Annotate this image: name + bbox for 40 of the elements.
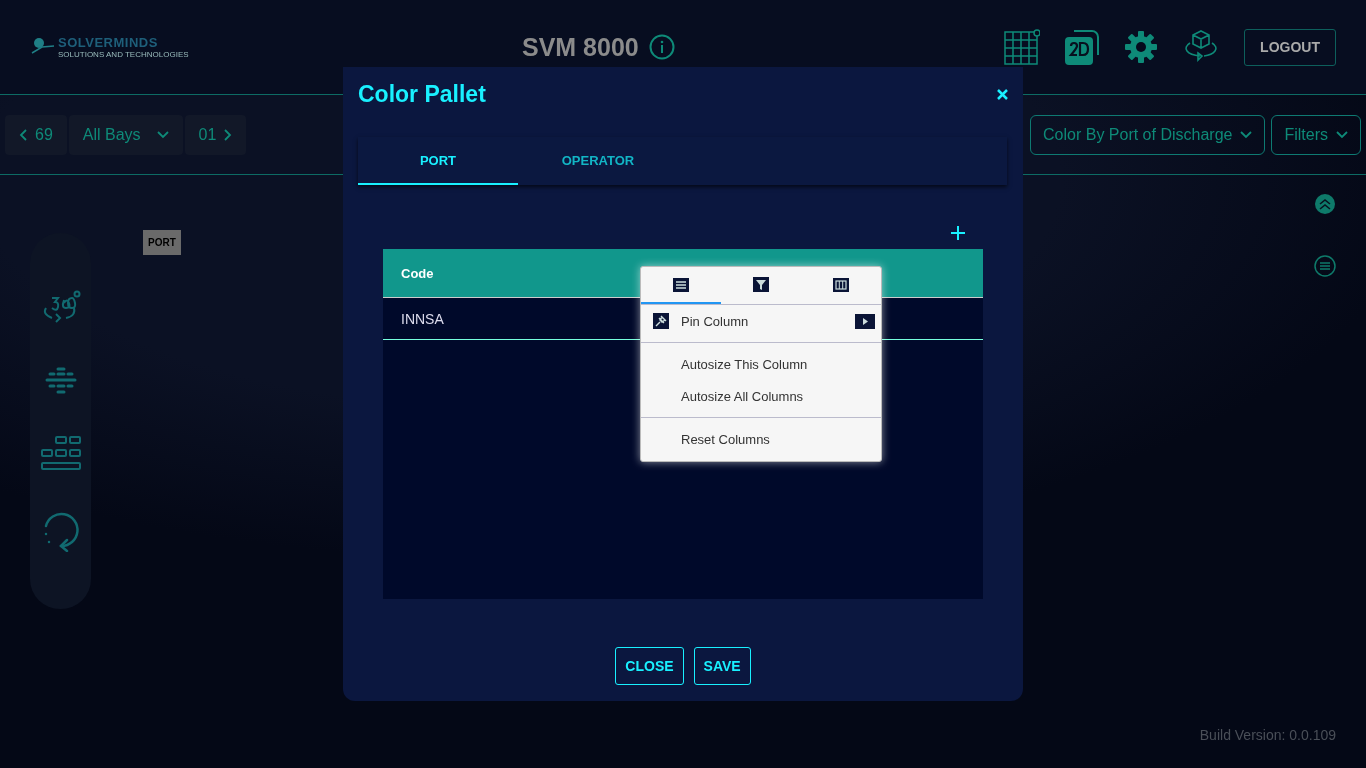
logo-tagline: SOLUTIONS AND TECHNOLOGIES: [58, 50, 189, 59]
settings-icon[interactable]: [1124, 30, 1159, 64]
port-tag: PORT: [143, 230, 181, 255]
menu-item[interactable]: Autosize This Column: [641, 348, 881, 380]
color-by-dropdown[interactable]: Color By Port of Discharge: [1030, 114, 1266, 155]
chevron-down-icon: [1336, 130, 1348, 139]
chevron-left-icon: [19, 128, 27, 141]
double-chevron-up-icon[interactable]: [1314, 193, 1336, 215]
add-icon[interactable]: [950, 225, 966, 241]
pin-column-menu-item[interactable]: Pin Column: [641, 305, 881, 337]
app-title: SVM 8000: [522, 32, 639, 62]
grid-icon[interactable]: [1004, 29, 1041, 65]
build-version: Build Version: 0.0.109: [1199, 727, 1336, 743]
bays-dropdown[interactable]: All Bays: [68, 114, 183, 155]
close-icon[interactable]: [997, 88, 1008, 100]
2d-view-icon[interactable]: [1064, 29, 1101, 65]
chevron-right-icon: [224, 128, 233, 141]
close-button[interactable]: CLOSE: [615, 647, 684, 685]
menu-icon[interactable]: [1314, 255, 1336, 277]
table-cell: INNSA: [401, 310, 444, 327]
pin-icon: [653, 313, 669, 329]
chevron-down-icon: [156, 130, 169, 139]
save-button[interactable]: SAVE: [693, 647, 751, 685]
dialog-title: Color Pallet: [358, 80, 486, 108]
dialog-tab[interactable]: PORT: [358, 137, 518, 185]
blocks-icon[interactable]: [39, 434, 82, 473]
filter-icon: [753, 277, 769, 292]
chevron-down-icon: [1240, 130, 1253, 139]
info-icon[interactable]: [648, 34, 675, 60]
columns-icon: [833, 277, 849, 292]
column-header[interactable]: Code: [401, 265, 434, 281]
logo-name: SOLVERMINDS: [58, 35, 159, 50]
menu-item[interactable]: Reset Columns: [641, 423, 881, 455]
previous-bay-button[interactable]: 69: [5, 114, 67, 155]
next-bay-button[interactable]: 01: [184, 114, 247, 155]
menu-icon: [673, 277, 689, 292]
menu-item[interactable]: Autosize All Columns: [641, 380, 881, 412]
logout-button[interactable]: LOGOUT: [1244, 28, 1336, 66]
filters-dropdown[interactable]: Filters: [1271, 114, 1361, 155]
dialog-tab[interactable]: OPERATOR: [518, 137, 678, 185]
